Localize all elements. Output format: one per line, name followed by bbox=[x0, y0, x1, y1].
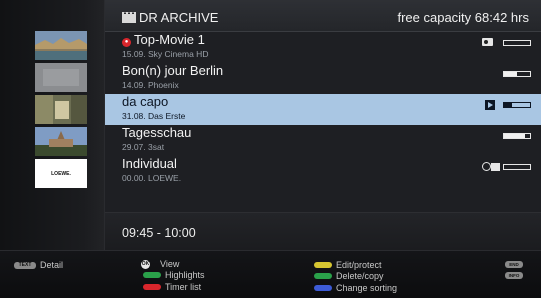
change-sorting-hint[interactable]: Change sorting bbox=[314, 283, 397, 293]
progress-bar bbox=[503, 102, 531, 108]
film-archive-icon bbox=[122, 12, 136, 23]
recording-row[interactable]: ● Top-Movie 1 15.09. Sky Cinema HD bbox=[105, 32, 541, 63]
edit-protect-hint[interactable]: Edit/protect bbox=[314, 260, 382, 270]
progress-bar bbox=[503, 164, 531, 170]
loewe-logo-thumbnail: LOEWE. bbox=[35, 159, 87, 188]
info-key-icon: INFO bbox=[505, 272, 523, 279]
recording-title: Bon(n) jour Berlin bbox=[122, 63, 224, 78]
recording-subtitle: 00.00. LOEWE. bbox=[122, 173, 182, 183]
free-capacity: free capacity 68:42 hrs bbox=[397, 10, 529, 25]
recording-list: ● Top-Movie 1 15.09. Sky Cinema HD Bon(n)… bbox=[105, 32, 541, 212]
recording-row[interactable]: Tagesschau 29.07. 3sat bbox=[105, 125, 541, 156]
recording-subtitle: 31.08. Das Erste bbox=[122, 111, 186, 121]
thumbnail-strip: LOEWE. bbox=[0, 0, 105, 250]
info-key[interactable]: INFO bbox=[505, 272, 523, 279]
grey-thumbnail bbox=[35, 63, 87, 92]
dr-archive-screen: LOEWE. DR ARCHIVE free capacity 68:42 hr… bbox=[0, 0, 541, 298]
yellow-key-icon bbox=[314, 262, 332, 268]
blue-key-icon bbox=[314, 285, 332, 291]
street-thumbnail bbox=[35, 95, 87, 124]
recording-subtitle: 15.09. Sky Cinema HD bbox=[122, 49, 209, 59]
end-key[interactable]: END bbox=[505, 261, 523, 268]
timer-icon bbox=[482, 162, 491, 171]
green-key-icon bbox=[143, 272, 161, 278]
recording-row[interactable]: Individual 00.00. LOEWE. bbox=[105, 156, 541, 187]
end-key-icon: END bbox=[505, 261, 523, 268]
help-bar: TEXT Detail OK View Highlights Timer lis… bbox=[0, 250, 541, 298]
recording-icon: ● bbox=[122, 38, 131, 47]
recording-title: Tagesschau bbox=[122, 125, 192, 140]
progress-bar bbox=[503, 40, 531, 46]
recording-subtitle: 29.07. 3sat bbox=[122, 142, 165, 152]
time-range: 09:45 - 10:00 bbox=[122, 226, 196, 240]
timer-list-hint[interactable]: Timer list bbox=[143, 282, 201, 292]
play-icon bbox=[485, 100, 495, 110]
recording-title: Individual bbox=[122, 156, 177, 171]
delete-copy-hint[interactable]: Delete/copy bbox=[314, 271, 384, 281]
detail-hint[interactable]: TEXT Detail bbox=[14, 260, 63, 270]
recording-title: Top-Movie 1 bbox=[134, 32, 205, 47]
recording-row-selected[interactable]: da capo 31.08. Das Erste bbox=[105, 94, 541, 125]
river-city-thumbnail bbox=[35, 31, 87, 60]
red-key-icon bbox=[143, 284, 161, 290]
recording-row[interactable]: Bon(n) jour Berlin 14.09. Phoenix bbox=[105, 63, 541, 94]
ok-key-icon: OK bbox=[141, 259, 150, 269]
green-key-icon bbox=[314, 273, 332, 279]
progress-bar bbox=[503, 71, 531, 77]
recording-title: da capo bbox=[122, 94, 169, 109]
time-panel: 09:45 - 10:00 bbox=[105, 212, 541, 250]
church-thumbnail bbox=[35, 127, 87, 156]
camera-icon bbox=[491, 163, 500, 171]
view-hint[interactable]: OK View bbox=[141, 259, 179, 269]
highlights-hint[interactable]: Highlights bbox=[143, 270, 205, 280]
key-icon bbox=[482, 38, 493, 46]
progress-bar bbox=[503, 133, 531, 139]
text-key-icon: TEXT bbox=[14, 261, 36, 269]
header-bar: DR ARCHIVE free capacity 68:42 hrs bbox=[105, 0, 541, 32]
recording-subtitle: 14.09. Phoenix bbox=[122, 80, 179, 90]
page-title: DR ARCHIVE bbox=[139, 10, 219, 25]
